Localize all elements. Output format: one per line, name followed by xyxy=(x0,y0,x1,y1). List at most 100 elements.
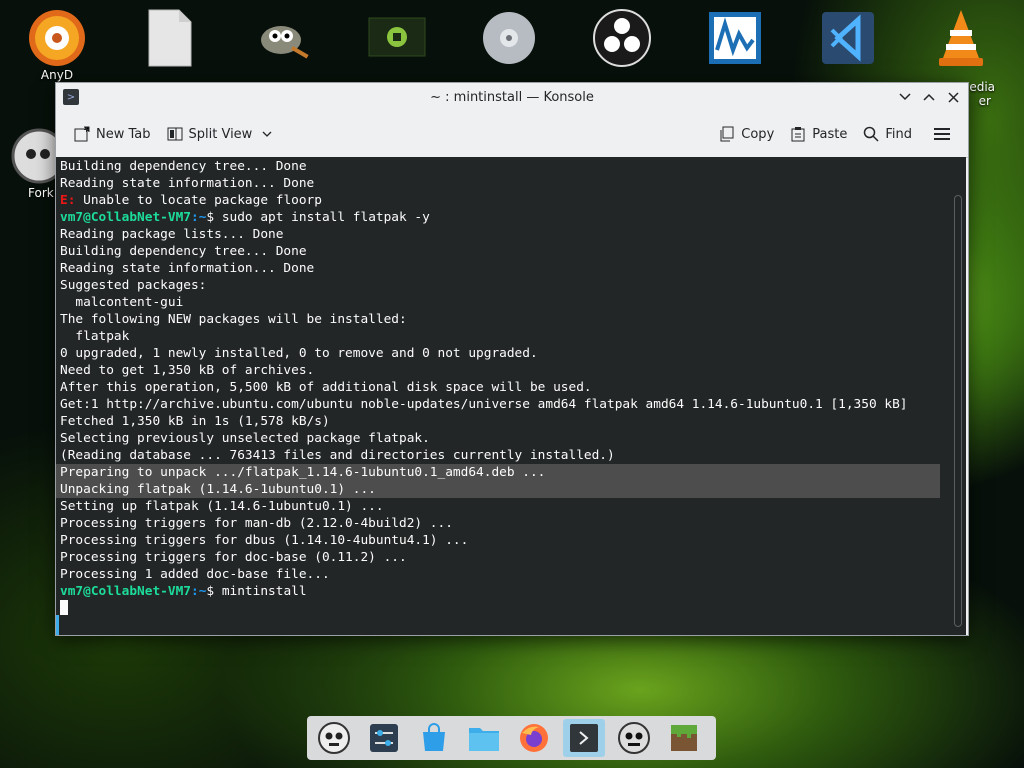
taskbar-item-skull-app[interactable] xyxy=(613,719,655,757)
copy-icon xyxy=(720,126,734,142)
text-cursor xyxy=(60,600,68,615)
chevron-down-icon xyxy=(262,131,272,137)
shell-prompt: vm7@CollabNet-VM7:~ xyxy=(60,210,206,225)
terminal-line: Reading state information... Done xyxy=(60,261,315,276)
terminal-line: Unpacking flatpak (1.14.6-1ubuntu0.1) ..… xyxy=(56,481,940,498)
shell-command: $ sudo apt install flatpak -y xyxy=(206,210,430,225)
terminal-line: Building dependency tree... Done xyxy=(60,244,307,259)
shell-command: $ mintinstall xyxy=(206,584,307,599)
window-titlebar[interactable]: > ~ : mintinstall — Konsole xyxy=(56,83,968,111)
taskbar-item-forkbomb[interactable] xyxy=(313,719,355,757)
close-icon xyxy=(947,91,959,103)
new-tab-icon xyxy=(74,126,90,142)
terminal-line: Building dependency tree... Done xyxy=(60,159,307,174)
hamburger-menu-icon xyxy=(934,128,950,140)
paste-button[interactable]: Paste xyxy=(782,121,855,147)
linux-mint-icon xyxy=(367,8,427,68)
chevron-up-icon xyxy=(923,93,935,101)
blank-file-icon xyxy=(140,8,200,68)
paste-icon xyxy=(791,127,805,142)
find-button[interactable]: Find xyxy=(855,121,920,147)
terminal-line: E: Unable to locate package floorp xyxy=(56,192,966,209)
vscode-icon xyxy=(818,8,878,68)
desktop-icon-file[interactable] xyxy=(130,8,210,68)
prompt-user-host: vm7@CollabNet-VM7 xyxy=(60,584,191,599)
error-message: Unable to locate package floorp xyxy=(75,193,322,208)
taskbar-item-firefox[interactable] xyxy=(513,719,555,757)
disc-drive-icon xyxy=(479,8,539,68)
desktop-icon-monitor[interactable] xyxy=(695,8,775,68)
terminal-cursor-line xyxy=(56,600,966,617)
desktop-icon-disc[interactable] xyxy=(469,8,549,68)
system-settings-icon xyxy=(370,724,398,752)
split-view-label: Split View xyxy=(188,126,253,142)
terminal-line: Fetched 1,350 kB in 1s (1,578 kB/s) xyxy=(60,414,330,429)
copy-button[interactable]: Copy xyxy=(711,121,782,147)
terminal-line: malcontent-gui xyxy=(60,295,184,310)
taskbar-item-minecraft[interactable] xyxy=(663,719,705,757)
prompt-user-host: vm7@CollabNet-VM7 xyxy=(60,210,191,225)
window-title: ~ : mintinstall — Konsole xyxy=(430,89,594,105)
desktop-icon-gimp[interactable] xyxy=(243,8,323,68)
taskbar-item-konsole[interactable] xyxy=(563,719,605,757)
error-prefix: E: xyxy=(60,193,76,208)
split-view-button[interactable]: Split View xyxy=(159,121,281,147)
konsole-toolbar: New Tab Split View Copy Paste Find xyxy=(56,111,968,158)
terminal-line: Preparing to unpack .../flatpak_1.14.6-1… xyxy=(56,464,940,481)
maximize-button[interactable] xyxy=(920,88,938,106)
terminal-line: Reading package lists... Done xyxy=(60,227,284,242)
gimp-icon xyxy=(253,8,313,68)
new-tab-button[interactable]: New Tab xyxy=(66,121,159,147)
desktop-icon-anydesk[interactable]: AnyD xyxy=(17,8,97,82)
terminal-line: Selecting previously unselected package … xyxy=(60,431,430,446)
terminal-line: 0 upgraded, 1 newly installed, 0 to remo… xyxy=(60,346,538,361)
taskbar-item-settings[interactable] xyxy=(363,719,405,757)
terminal-line: Processing triggers for man-db (2.12.0-4… xyxy=(60,516,453,531)
chevron-down-icon xyxy=(899,93,911,101)
terminal-edge-marker xyxy=(56,615,59,635)
terminal-line: Reading state information... Done xyxy=(60,176,315,191)
taskbar xyxy=(307,716,716,760)
terminal-scrollbar[interactable] xyxy=(954,195,962,627)
hamburger-menu-button[interactable] xyxy=(926,122,958,146)
forkbomb-skull-icon xyxy=(11,126,61,186)
search-icon xyxy=(864,126,879,142)
copy-label: Copy xyxy=(741,126,775,142)
terminal-line: (Reading database ... 763413 files and d… xyxy=(60,448,615,463)
paste-label: Paste xyxy=(812,126,848,142)
minimize-button[interactable] xyxy=(896,88,914,106)
anydesk-disc-icon xyxy=(27,8,87,68)
taskbar-item-store[interactable] xyxy=(413,719,455,757)
terminal-line: Setting up flatpak (1.14.6-1ubuntu0.1) .… xyxy=(60,499,384,514)
terminal-line: Processing triggers for doc-base (0.11.2… xyxy=(60,550,407,565)
konsole-icon xyxy=(570,724,598,752)
minecraft-icon xyxy=(671,725,697,751)
konsole-app-icon[interactable]: > xyxy=(63,89,79,105)
desktop-icon-vscode[interactable] xyxy=(808,8,888,68)
system-monitor-icon xyxy=(705,8,765,68)
terminal-output[interactable]: Building dependency tree... Done Reading … xyxy=(56,157,966,635)
skull-app-icon xyxy=(618,722,650,754)
split-view-icon xyxy=(167,127,182,141)
software-store-icon xyxy=(423,723,445,751)
obs-studio-icon xyxy=(592,8,652,68)
terminal-line: vm7@CollabNet-VM7:~$ mintinstall xyxy=(56,583,966,600)
desktop-icon-caption: AnyD xyxy=(40,68,74,82)
desktop-icon-obs[interactable] xyxy=(582,8,662,68)
terminal-line: Suggested packages: xyxy=(60,278,207,293)
terminal-line: vm7@CollabNet-VM7:~$ sudo apt install fl… xyxy=(56,209,966,226)
terminal-line: Processing triggers for dbus (1.14.10-4u… xyxy=(60,533,469,548)
terminal-line: After this operation, 5,500 kB of additi… xyxy=(60,380,592,395)
desktop-icon-mint[interactable] xyxy=(357,8,437,68)
prompt-path: :~ xyxy=(190,210,207,225)
close-button[interactable] xyxy=(944,88,962,106)
shell-prompt: vm7@CollabNet-VM7:~ xyxy=(60,584,206,599)
firefox-icon xyxy=(520,724,548,752)
forkbomb-skull-icon xyxy=(318,722,350,754)
terminal-line: flatpak xyxy=(60,329,130,344)
terminal-line: Processing 1 added doc-base file... xyxy=(60,567,330,582)
find-label: Find xyxy=(885,126,912,142)
vlc-icon xyxy=(931,8,991,68)
taskbar-item-files[interactable] xyxy=(463,719,505,757)
terminal-line: The following NEW packages will be insta… xyxy=(60,312,407,327)
